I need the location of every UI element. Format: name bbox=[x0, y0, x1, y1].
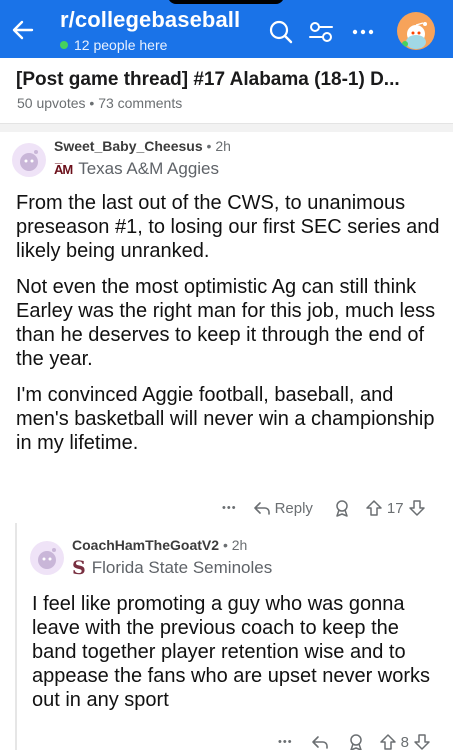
user-flair: S Florida State Seminoles bbox=[72, 557, 272, 579]
comment-paragraph: From the last out of the CWS, to unanimo… bbox=[16, 192, 440, 262]
online-dot-icon bbox=[60, 41, 68, 49]
filter-icon[interactable] bbox=[308, 19, 334, 45]
texas-am-logo-icon: A̅M bbox=[54, 161, 73, 177]
comment-username[interactable]: Sweet_Baby_Cheesus bbox=[54, 138, 203, 154]
vote-count: 8 bbox=[400, 733, 409, 750]
thread-line[interactable] bbox=[15, 523, 17, 750]
subreddit-name[interactable]: r/collegebaseball bbox=[60, 7, 240, 33]
florida-state-logo-icon: S bbox=[72, 557, 86, 579]
device-notch bbox=[168, 0, 284, 4]
upvote-count: 50 upvotes bbox=[17, 95, 86, 111]
comment-author[interactable]: CoachHamTheGoatV2 • 2h bbox=[72, 537, 247, 553]
comment-username[interactable]: CoachHamTheGoatV2 bbox=[72, 537, 219, 553]
vote-count: 17 bbox=[386, 499, 404, 517]
reply-button[interactable]: Reply bbox=[275, 500, 313, 517]
comment-actions: ••• 8 bbox=[278, 733, 431, 750]
search-icon[interactable] bbox=[268, 19, 294, 45]
commenter-avatar[interactable] bbox=[12, 143, 46, 177]
comment-paragraph: I feel like promoting a guy who was gonn… bbox=[32, 593, 431, 711]
comment-paragraph: I'm convinced Aggie football, baseball, … bbox=[16, 384, 435, 454]
award-icon[interactable] bbox=[347, 733, 365, 750]
commenter-avatar[interactable] bbox=[30, 541, 64, 575]
downvote-icon[interactable] bbox=[413, 733, 431, 750]
more-options-button[interactable]: ••• bbox=[278, 736, 293, 748]
comment-time: 2h bbox=[231, 537, 248, 553]
upvote-icon[interactable] bbox=[365, 499, 383, 517]
back-arrow-icon[interactable] bbox=[10, 17, 36, 43]
reply-icon[interactable] bbox=[253, 499, 271, 517]
comment-dot: • bbox=[222, 537, 232, 553]
comment-dot: • bbox=[206, 138, 216, 154]
online-label: 12 people here bbox=[74, 37, 168, 53]
user-flair: A̅M Texas A&M Aggies bbox=[54, 159, 219, 179]
more-options-button[interactable]: ••• bbox=[222, 502, 237, 514]
comment-author[interactable]: Sweet_Baby_Cheesus • 2h bbox=[54, 138, 231, 154]
post-meta: 50 upvotes • 73 comments bbox=[17, 95, 182, 111]
comment-count: 73 comments bbox=[98, 95, 183, 111]
user-avatar[interactable] bbox=[397, 12, 435, 50]
reply-icon[interactable] bbox=[311, 733, 329, 750]
comment-time: 2h bbox=[215, 138, 231, 154]
online-count: 12 people here bbox=[60, 37, 167, 53]
meta-separator: • bbox=[89, 95, 99, 111]
comment-body: I feel like promoting a guy who was gonn… bbox=[32, 592, 446, 724]
comment-paragraph: Not even the most optimistic Ag can stil… bbox=[16, 276, 436, 370]
subreddit-header: r/collegebaseball 12 people here bbox=[0, 0, 453, 58]
section-divider bbox=[0, 124, 453, 132]
downvote-icon[interactable] bbox=[408, 499, 426, 517]
award-icon[interactable] bbox=[333, 499, 351, 517]
post-title[interactable]: [Post game thread] #17 Alabama (18-1) D.… bbox=[16, 69, 446, 91]
upvote-icon[interactable] bbox=[379, 733, 397, 750]
more-icon[interactable] bbox=[350, 19, 376, 45]
comment-body: From the last out of the CWS, to unanimo… bbox=[16, 191, 444, 467]
flair-text: Texas A&M Aggies bbox=[78, 159, 220, 178]
comment-actions: ••• Reply 17 bbox=[222, 499, 426, 517]
flair-text: Florida State Seminoles bbox=[91, 558, 273, 577]
post-header[interactable]: [Post game thread] #17 Alabama (18-1) D.… bbox=[0, 58, 453, 124]
